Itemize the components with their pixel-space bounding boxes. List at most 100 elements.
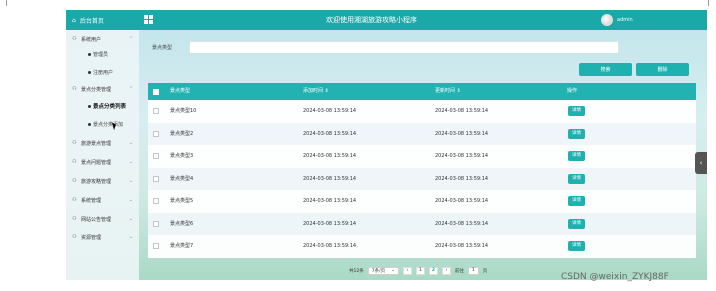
sidebar: ⚇ 系统用户 ⌃ 管理员 注册用户 ⚇ 景点分类管理 ⌃ 景点分类列表 景点分类… bbox=[66, 30, 139, 280]
sidebar-item-scenic-questions[interactable]: ⚇ 景点问题管理 ⌄ bbox=[66, 155, 139, 169]
sidebar-item-label: 系统用户 bbox=[81, 36, 102, 43]
column-header-created[interactable]: 添加时间 ⇕ bbox=[303, 83, 329, 100]
column-header-type[interactable]: 景点类型 bbox=[170, 83, 190, 100]
chevron-down-icon: ⌄ bbox=[128, 140, 133, 146]
sidebar-item-system[interactable]: ⚇ 系统管理 ⌄ bbox=[66, 193, 139, 207]
user-icon: ⚇ bbox=[72, 86, 77, 92]
user-icon: ⚇ bbox=[72, 36, 77, 42]
detail-button[interactable]: 详情 bbox=[568, 218, 585, 229]
sidebar-item-label: 系统管理 bbox=[81, 197, 102, 204]
cell-type: 景点类型5 bbox=[170, 198, 194, 204]
detail-button[interactable]: 详情 bbox=[568, 173, 585, 184]
menu-toggle-icon[interactable] bbox=[144, 15, 153, 24]
cell-created: 2024-03-08 13:59:14 bbox=[303, 153, 357, 159]
table-row: 景点类型6 2024-03-08 13:59:14 2024-03-08 13:… bbox=[148, 212, 696, 235]
user-icon: ⚇ bbox=[72, 159, 77, 165]
pagination: 共12条 7条/页 ⌄ ‹ 1 2 › 前往 1 页 bbox=[349, 266, 487, 275]
chevron-up-icon: ⌃ bbox=[128, 86, 133, 92]
dot-icon bbox=[88, 70, 91, 74]
cell-created: 2024-03-08 13:59:14 bbox=[303, 198, 357, 204]
chevron-down-icon: ⌄ bbox=[128, 197, 133, 203]
cell-created: 2024-03-08 13:59:14 bbox=[303, 243, 357, 249]
table-row: 景点类型10 2024-03-08 13:59:14 2024-03-08 13… bbox=[148, 100, 696, 123]
table-header: 景点类型 添加时间 ⇕ 更新时间 ⇕ 操作 bbox=[148, 83, 696, 100]
next-page-button[interactable]: › bbox=[441, 266, 451, 275]
sidebar-item-label: 旅游景点管理 bbox=[81, 140, 112, 147]
cell-updated: 2024-03-08 13:59:14 bbox=[435, 198, 489, 204]
avatar bbox=[601, 14, 613, 26]
page-suffix: 页 bbox=[482, 268, 488, 274]
detail-button[interactable]: 详情 bbox=[568, 128, 585, 139]
detail-button[interactable]: 详情 bbox=[568, 151, 585, 161]
page-size-select[interactable]: 7条/页 ⌄ bbox=[367, 266, 399, 275]
detail-button[interactable]: 详情 bbox=[568, 106, 585, 116]
sidebar-subitem-label: 注册用户 bbox=[93, 69, 114, 76]
select-all-checkbox[interactable] bbox=[153, 89, 159, 95]
cell-created: 2024-03-08 13:59:14 bbox=[303, 108, 357, 114]
cell-created: 2024-03-08 13:59:14 bbox=[303, 220, 357, 227]
sidebar-item-announcements[interactable]: ⚇ 网站公告管理 ⌄ bbox=[66, 212, 139, 226]
row-checkbox[interactable] bbox=[153, 220, 159, 227]
username: admin bbox=[617, 17, 633, 23]
user-icon: ⚇ bbox=[72, 234, 77, 240]
table-row: 景点类型3 2024-03-08 13:59:14 2024-03-08 13:… bbox=[148, 145, 696, 168]
admin-app: ⌂ 后台首页 欢迎使用湘湖旅游攻略小程序 admin ⚇ 系统用户 ⌃ 管理员 bbox=[66, 10, 707, 280]
sidebar-item-label: 资源管理 bbox=[81, 234, 102, 241]
row-checkbox[interactable] bbox=[153, 108, 159, 114]
search-input[interactable] bbox=[189, 41, 619, 54]
cell-type: 景点类型4 bbox=[170, 175, 194, 182]
row-checkbox[interactable] bbox=[153, 198, 159, 204]
sidebar-item-travel-guides[interactable]: ⚇ 旅游攻略管理 ⌄ bbox=[66, 174, 139, 188]
cell-created: 2024-03-08 13:59:14 bbox=[303, 175, 357, 182]
search-button[interactable]: 搜索 bbox=[579, 63, 632, 76]
detail-button[interactable]: 详情 bbox=[568, 196, 585, 206]
table-row: 景点类型5 2024-03-08 13:59:14 2024-03-08 13:… bbox=[148, 190, 696, 213]
sidebar-subitem-registered-users[interactable]: 注册用户 bbox=[66, 66, 139, 78]
cell-type: 景点类型6 bbox=[170, 220, 194, 227]
sidebar-subitem-category-list[interactable]: 景点分类列表 bbox=[66, 100, 139, 112]
sidebar-subitem-admin[interactable]: 管理员 bbox=[66, 48, 139, 60]
cell-created: 2024-03-08 13:59:14 bbox=[303, 130, 357, 137]
sidebar-subitem-category-add[interactable]: 景点分类添加 bbox=[66, 118, 139, 130]
delete-button[interactable]: 删除 bbox=[636, 63, 689, 76]
screenshot-frame: ⌂ 后台首页 欢迎使用湘湖旅游攻略小程序 admin ⚇ 系统用户 ⌃ 管理员 bbox=[0, 0, 716, 291]
sidebar-item-label: 网站公告管理 bbox=[81, 216, 112, 223]
prev-page-button[interactable]: ‹ bbox=[402, 266, 412, 275]
sidebar-subitem-label: 管理员 bbox=[93, 51, 109, 58]
cell-updated: 2024-03-08 13:59:14 bbox=[435, 220, 489, 227]
app-title: 欢迎使用湘湖旅游攻略小程序 bbox=[326, 16, 417, 24]
cell-type: 景点类型10 bbox=[170, 108, 197, 114]
sidebar-item-label: 景点问题管理 bbox=[81, 159, 112, 166]
sidebar-subitem-label: 景点分类列表 bbox=[93, 104, 127, 110]
cell-updated: 2024-03-08 13:59:14 bbox=[435, 130, 489, 137]
cell-updated: 2024-03-08 13:59:14 bbox=[435, 175, 489, 182]
home-link[interactable]: ⌂ 后台首页 bbox=[72, 10, 104, 30]
chevron-down-icon: ⌄ bbox=[128, 216, 133, 222]
dot-icon bbox=[88, 52, 91, 56]
user-menu[interactable]: admin bbox=[601, 12, 633, 28]
chevron-down-icon: ⌄ bbox=[391, 268, 395, 273]
sidebar-item-resources[interactable]: ⚇ 资源管理 ⌄ bbox=[66, 230, 139, 244]
user-icon: ⚇ bbox=[72, 197, 77, 203]
sidebar-item-scenic-category[interactable]: ⚇ 景点分类管理 ⌃ bbox=[66, 82, 139, 96]
row-checkbox[interactable] bbox=[153, 175, 159, 182]
sidebar-item-label: 旅游攻略管理 bbox=[81, 178, 112, 185]
cell-updated: 2024-03-08 13:59:14 bbox=[435, 108, 489, 114]
table-row: 景点类型7 2024-03-08 13:59:14 2024-03-08 13:… bbox=[148, 235, 696, 258]
table-row: 景点类型4 2024-03-08 13:59:14 2024-03-08 13:… bbox=[148, 167, 696, 190]
sidebar-item-scenic-spots[interactable]: ⚇ 旅游景点管理 ⌄ bbox=[66, 136, 139, 150]
goto-page-input[interactable]: 1 bbox=[467, 266, 479, 275]
column-header-updated[interactable]: 更新时间 ⇕ bbox=[435, 83, 461, 100]
page-button-2[interactable]: 2 bbox=[428, 266, 438, 275]
chevron-left-icon[interactable]: ‹ bbox=[695, 152, 707, 174]
page-button-1[interactable]: 1 bbox=[415, 266, 425, 275]
row-checkbox[interactable] bbox=[153, 130, 159, 137]
chevron-up-icon: ⌃ bbox=[128, 36, 133, 42]
row-checkbox[interactable] bbox=[153, 243, 159, 249]
sidebar-item-system-users[interactable]: ⚇ 系统用户 ⌃ bbox=[66, 32, 139, 46]
search-label: 景点类型 bbox=[152, 45, 173, 51]
sidebar-subitem-label: 景点分类添加 bbox=[93, 121, 124, 128]
cell-type: 景点类型2 bbox=[170, 130, 194, 137]
detail-button[interactable]: 详情 bbox=[568, 241, 585, 251]
row-checkbox[interactable] bbox=[153, 153, 159, 159]
